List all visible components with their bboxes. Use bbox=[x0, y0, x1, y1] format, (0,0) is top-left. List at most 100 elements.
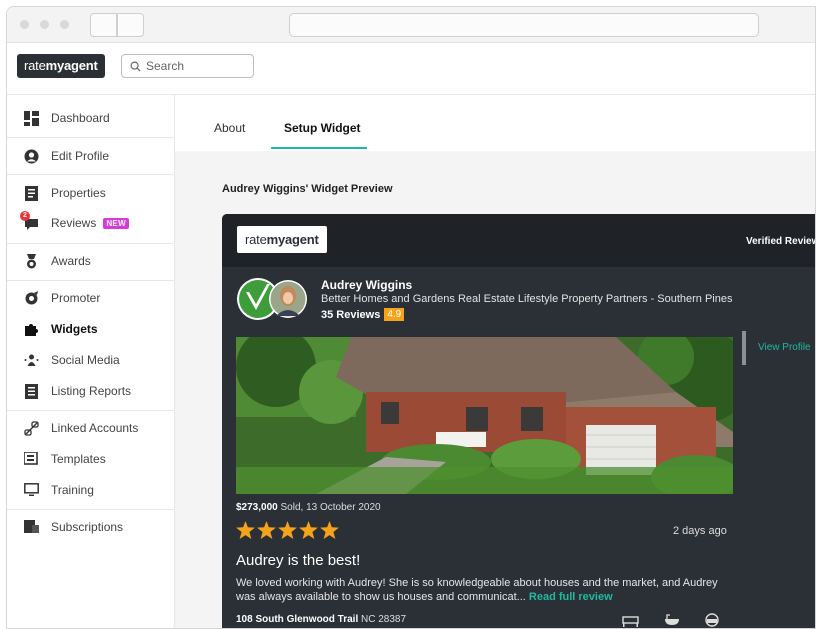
tab-about[interactable]: About bbox=[214, 121, 245, 135]
notification-count: 2 bbox=[20, 211, 30, 221]
sidebar-divider bbox=[7, 137, 175, 138]
agent-company: Better Homes and Gardens Real Estate Lif… bbox=[321, 293, 733, 305]
property-features bbox=[622, 613, 722, 627]
star-icon bbox=[320, 521, 339, 539]
sidebar-item-label: Social Media bbox=[51, 353, 120, 367]
address-bar[interactable] bbox=[289, 13, 759, 37]
read-full-review-link[interactable]: Read full review bbox=[529, 591, 613, 603]
sold-info: $273,000 Sold, 13 October 2020 bbox=[236, 502, 381, 513]
star-rating bbox=[236, 521, 339, 539]
widget-logo-suffix: agent bbox=[285, 232, 319, 247]
review-widget-preview: ratemyagent Verified Reviews Audrey Wigg… bbox=[222, 214, 815, 628]
agent-name[interactable]: Audrey Wiggins bbox=[321, 278, 412, 292]
window-close-control[interactable] bbox=[20, 20, 29, 29]
main-content: About Setup Widget Audrey Wiggins' Widge… bbox=[175, 95, 815, 628]
reviews-icon: 2 bbox=[20, 211, 39, 231]
social-icon bbox=[23, 352, 39, 368]
sidebar-item-label: Edit Profile bbox=[51, 149, 110, 163]
sidebar-item-label: Subscriptions bbox=[51, 520, 124, 534]
monitor-icon bbox=[23, 482, 39, 498]
sidebar-item-widgets[interactable]: Widgets bbox=[7, 314, 175, 344]
sidebar-item-label: Linked Accounts bbox=[51, 421, 139, 435]
sidebar-item-label: Templates bbox=[51, 452, 106, 466]
sidebar-item-label: Training bbox=[51, 483, 94, 497]
widget-logo[interactable]: ratemyagent bbox=[237, 226, 327, 253]
dashboard-icon bbox=[23, 110, 39, 126]
new-badge: NEW bbox=[103, 217, 129, 229]
star-icon bbox=[278, 521, 297, 539]
sidebar-item-label: Listing Reports bbox=[51, 384, 132, 398]
sidebar-item-training[interactable]: Training bbox=[7, 475, 175, 505]
window-minimize-control[interactable] bbox=[40, 20, 49, 29]
sidebar-item-dashboard[interactable]: Dashboard bbox=[7, 103, 175, 133]
sidebar: Dashboard Edit Profile Properties 2 Revi… bbox=[7, 95, 175, 628]
address-street: 108 South Glenwood Trail bbox=[236, 614, 359, 625]
sidebar-item-edit-profile[interactable]: Edit Profile bbox=[7, 141, 175, 171]
promoter-icon bbox=[23, 290, 39, 306]
review-time: 2 days ago bbox=[673, 525, 727, 537]
sidebar-item-social-media[interactable]: Social Media bbox=[7, 345, 175, 375]
star-icon bbox=[236, 521, 255, 539]
agent-avatar bbox=[237, 278, 307, 320]
bed-icon bbox=[622, 616, 639, 627]
search-input[interactable]: Search bbox=[121, 54, 254, 78]
subscription-icon bbox=[23, 519, 39, 535]
rating-badge: 4.9 bbox=[384, 308, 405, 321]
logo-text-bold: my bbox=[45, 58, 65, 73]
widget-scrollbar[interactable] bbox=[742, 331, 746, 365]
sidebar-item-subscriptions[interactable]: Subscriptions bbox=[7, 512, 175, 542]
widget-header: ratemyagent Verified Reviews bbox=[222, 214, 815, 267]
sold-price: $273,000 bbox=[236, 502, 278, 513]
verified-reviews-label: Verified Reviews bbox=[746, 236, 815, 247]
sidebar-item-reviews[interactable]: 2 Reviews NEW bbox=[7, 208, 175, 238]
puzzle-icon bbox=[23, 321, 39, 337]
sidebar-divider bbox=[7, 243, 175, 244]
reviews-count: 35 Reviews bbox=[321, 308, 381, 321]
app-header: ratemyagent Search bbox=[7, 43, 815, 95]
sidebar-item-label: Widgets bbox=[51, 322, 98, 336]
bath-icon bbox=[665, 614, 679, 625]
window-maximize-control[interactable] bbox=[60, 20, 69, 29]
sidebar-divider bbox=[7, 174, 175, 175]
review-body: We loved working with Audrey! She is so … bbox=[236, 576, 736, 604]
sidebar-item-label: Properties bbox=[51, 186, 106, 200]
browser-window: ratemyagent Search Dashboard Edit Profil… bbox=[6, 6, 816, 629]
sidebar-item-label: Reviews bbox=[51, 216, 97, 230]
address-region: NC 28387 bbox=[358, 614, 407, 625]
car-icon bbox=[705, 613, 719, 627]
report-icon bbox=[23, 383, 39, 399]
sidebar-divider bbox=[7, 509, 175, 510]
star-icon bbox=[257, 521, 276, 539]
forward-button[interactable] bbox=[117, 13, 144, 37]
back-button[interactable] bbox=[90, 13, 117, 37]
sidebar-item-label: Awards bbox=[51, 254, 91, 268]
agent-review-summary: 35 Reviews 4.9 bbox=[321, 308, 405, 321]
search-placeholder: Search bbox=[146, 59, 185, 73]
view-profile-link[interactable]: View Profile bbox=[758, 342, 811, 353]
sidebar-item-properties[interactable]: Properties bbox=[7, 178, 175, 208]
logo-text-prefix: rate bbox=[24, 58, 46, 73]
property-address: 108 South Glenwood Trail NC 28387 bbox=[236, 614, 406, 625]
review-text: We loved working with Audrey! She is so … bbox=[236, 577, 718, 603]
sidebar-item-templates[interactable]: Templates bbox=[7, 444, 175, 474]
preview-title: Audrey Wiggins' Widget Preview bbox=[222, 183, 393, 195]
sidebar-divider bbox=[7, 280, 175, 281]
sidebar-item-awards[interactable]: Awards bbox=[7, 246, 175, 276]
search-icon bbox=[130, 61, 141, 72]
sidebar-item-listing-reports[interactable]: Listing Reports bbox=[7, 376, 175, 406]
link-icon bbox=[23, 420, 39, 436]
user-icon bbox=[23, 148, 39, 164]
active-tab-indicator bbox=[271, 147, 367, 149]
sidebar-divider bbox=[7, 410, 175, 411]
sidebar-item-linked-accounts[interactable]: Linked Accounts bbox=[7, 413, 175, 443]
sidebar-item-label: Dashboard bbox=[51, 111, 110, 125]
star-icon bbox=[299, 521, 318, 539]
tab-setup-widget[interactable]: Setup Widget bbox=[284, 121, 361, 135]
property-photo bbox=[236, 337, 733, 494]
template-icon bbox=[23, 451, 39, 467]
award-icon bbox=[23, 253, 39, 269]
ratemyagent-logo[interactable]: ratemyagent bbox=[17, 54, 105, 78]
sold-date: Sold, 13 October 2020 bbox=[277, 502, 381, 513]
sidebar-item-promoter[interactable]: Promoter bbox=[7, 283, 175, 313]
logo-text-suffix: agent bbox=[64, 58, 98, 73]
